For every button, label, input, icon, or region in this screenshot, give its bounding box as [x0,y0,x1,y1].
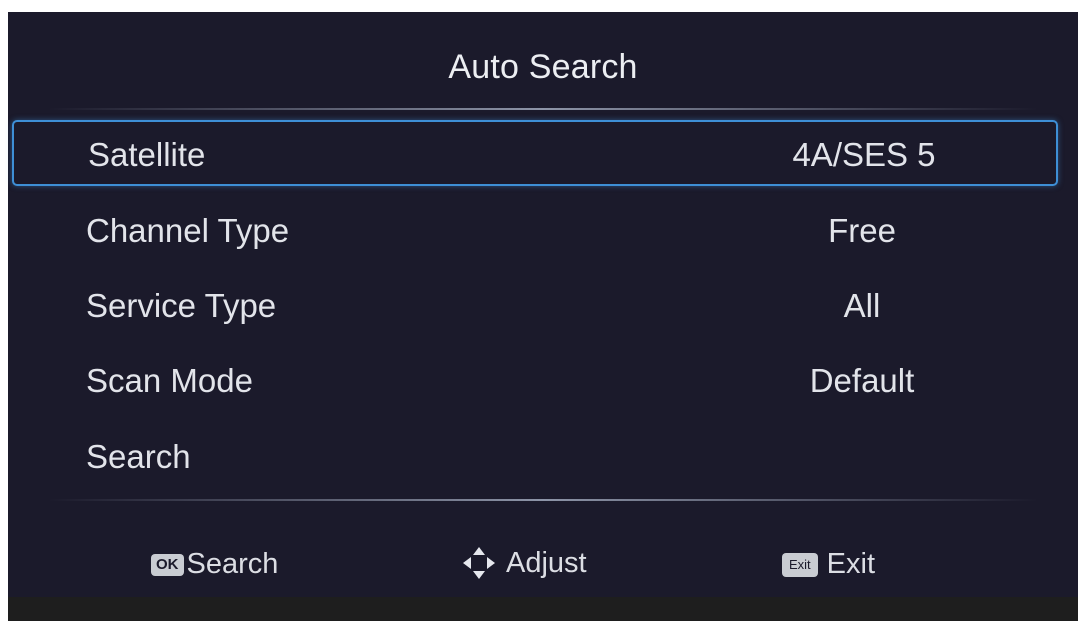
menu-row-value: Free [828,212,896,249]
footer-hints: OK Search Adjust Exit Exit [8,544,1078,584]
hint-label: Search [186,548,279,580]
hint-exit: Exit Exit [782,548,875,581]
menu-row-value: 4A/SES 5 [792,136,936,173]
menu-row-label: Satellite [88,136,206,173]
menu-row-search[interactable]: Search [12,424,1058,490]
menu-row-service-type[interactable]: Service Type All [12,273,1058,339]
auto-search-screen: Auto Search Satellite 4A/SES 5 Channel T… [8,12,1078,597]
menu-row-label: Search [86,438,191,475]
menu-row-channel-type[interactable]: Channel Type Free [12,198,1058,264]
exit-key-icon: Exit [782,552,818,577]
bottom-strip [8,597,1078,621]
bottom-divider [48,499,1038,501]
menu-row-value: All [843,287,881,324]
menu-row-label: Scan Mode [86,362,253,399]
dpad-icon [463,547,495,579]
hint-ok-search: OK Search [151,548,278,581]
menu-row-value: Default [809,362,915,399]
menu-row-satellite[interactable]: Satellite 4A/SES 5 [12,120,1058,186]
ok-key-icon: OK [151,553,184,576]
hint-adjust: Adjust [460,544,587,582]
menu-row-label: Channel Type [86,212,290,249]
hint-label: Exit [826,548,876,580]
top-divider [48,108,1038,110]
menu-row-label: Service Type [86,287,277,324]
menu-row-scan-mode[interactable]: Scan Mode Default [12,348,1058,414]
hint-label: Adjust [506,546,587,579]
menu-title: Auto Search [448,48,638,86]
